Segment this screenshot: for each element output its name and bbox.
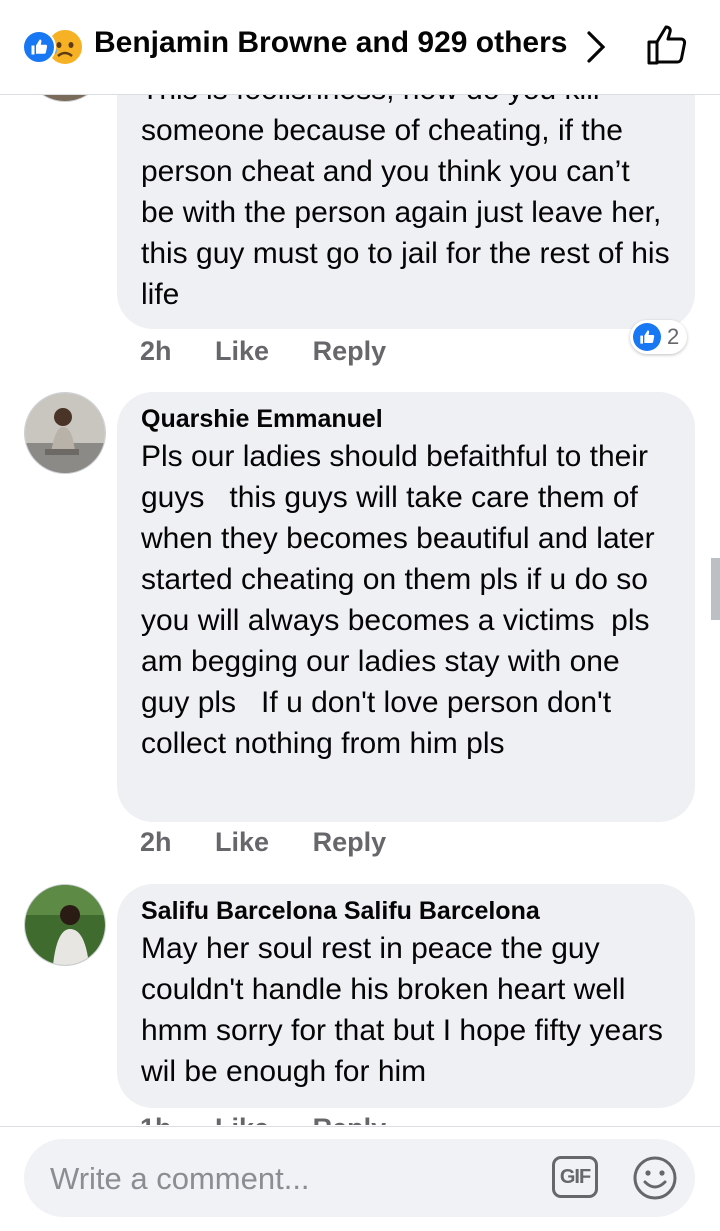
gif-button[interactable]: GIF	[552, 1156, 598, 1198]
comment-text: May her soul rest in peace the guy could…	[141, 932, 672, 1088]
comment-actions: 2h Like Reply	[140, 336, 422, 367]
like-reaction-icon	[22, 30, 56, 64]
chevron-right-icon[interactable]	[585, 30, 607, 69]
comment-timestamp: 1h	[140, 1113, 172, 1125]
comment-timestamp: 2h	[140, 336, 172, 366]
comment-actions: 2h Like Reply	[140, 827, 422, 858]
like-button[interactable]: Like	[215, 827, 269, 858]
comment-bubble[interactable]: Quarshie Emmanuel Pls our ladies should …	[117, 392, 695, 822]
comment-composer-bar: GIF	[0, 1126, 720, 1231]
reaction-count-badge[interactable]: 2	[630, 320, 688, 354]
avatar[interactable]	[24, 884, 106, 966]
reactions-header[interactable]: Benjamin Browne and 929 others	[0, 0, 720, 95]
comment-input[interactable]	[48, 1139, 532, 1219]
comment-composer[interactable]: GIF	[24, 1139, 695, 1219]
comments-feed[interactable]: This is foolishness, how do you kill som…	[0, 95, 720, 1125]
comment-actions: 1h Like Reply	[140, 1113, 422, 1125]
comment-author[interactable]: Salifu Barcelona Salifu Barcelona	[141, 894, 671, 928]
like-button[interactable]: Like	[215, 1113, 269, 1125]
scrollbar-thumb[interactable]	[711, 558, 720, 620]
avatar[interactable]	[24, 95, 106, 102]
comment-author[interactable]: Quarshie Emmanuel	[141, 402, 671, 436]
like-button[interactable]: Like	[215, 336, 269, 367]
reply-button[interactable]: Reply	[313, 1113, 387, 1125]
reactions-summary[interactable]: Benjamin Browne and 929 others	[94, 26, 567, 60]
reply-button[interactable]: Reply	[313, 827, 387, 858]
reaction-count: 2	[667, 324, 680, 349]
comment-timestamp: 2h	[140, 827, 172, 857]
like-reaction-icon	[633, 323, 661, 351]
comment-bubble[interactable]: Salifu Barcelona Salifu Barcelona May he…	[117, 884, 695, 1108]
reply-button[interactable]: Reply	[313, 336, 387, 367]
comment-text: This is foolishness, how do you kill som…	[141, 95, 670, 311]
comment-bubble[interactable]: This is foolishness, how do you kill som…	[117, 95, 695, 329]
gif-label: GIF	[559, 1165, 591, 1188]
avatar[interactable]	[24, 392, 106, 474]
thumbs-up-outline-icon[interactable]	[644, 22, 690, 73]
emoji-icon[interactable]	[632, 1155, 678, 1206]
comment-text: Pls our ladies should befaithful to thei…	[141, 440, 665, 760]
